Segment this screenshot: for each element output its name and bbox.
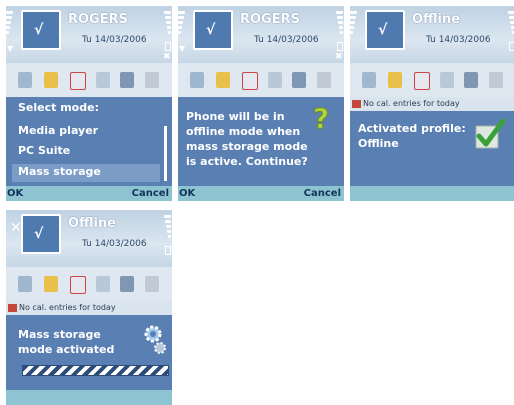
messages-icon[interactable]: [216, 72, 230, 88]
status-area: ▼ √ ROGERS Tu 14/03/2006 ✖: [6, 6, 172, 63]
settings-icon[interactable]: [96, 72, 110, 88]
operator-logo: √: [365, 10, 405, 50]
date-label: Tu 14/03/2006: [426, 35, 491, 45]
status-area: ✕ √ Offline Tu 14/03/2006: [6, 210, 172, 267]
battery-icon: [509, 42, 514, 51]
settings-icon[interactable]: [268, 72, 282, 88]
calendar-band: No cal. entries for today: [6, 301, 172, 315]
operator-name: Offline: [412, 12, 461, 27]
battery-icon: [165, 246, 171, 255]
speaker-icon[interactable]: [145, 276, 159, 292]
cancel-softkey[interactable]: Cancel: [304, 188, 341, 199]
calendar-small-icon: [8, 304, 17, 312]
screen-select-mode: ▼ √ ROGERS Tu 14/03/2006 ✖ Select mode: …: [6, 6, 172, 201]
operator-name: ROGERS: [240, 12, 300, 27]
shortcut-bar: [350, 63, 514, 97]
camera-icon[interactable]: [292, 72, 306, 88]
phone-icon[interactable]: [190, 72, 204, 88]
screen-profile-offline: √ Offline Tu 14/03/2006 No cal. entries …: [350, 6, 514, 201]
calendar-icon[interactable]: [414, 72, 430, 90]
calendar-small-icon: [352, 100, 361, 108]
camera-icon[interactable]: [120, 72, 134, 88]
shortcut-bar: [178, 63, 344, 97]
mass-storage-message: Mass storage mode activated: [18, 328, 115, 356]
screen-confirm-offline: ▼ √ ROGERS Tu 14/03/2006 ✖ Phone will be…: [178, 6, 344, 201]
close-icon[interactable]: ✖: [335, 52, 343, 62]
calendar-band-text: No cal. entries for today: [19, 303, 116, 312]
settings-icon[interactable]: [440, 72, 454, 88]
phone-icon[interactable]: [18, 276, 32, 292]
status-area: ▼ √ ROGERS Tu 14/03/2006 ✖: [178, 6, 344, 63]
shortcut-bar: [6, 63, 172, 97]
calendar-band: No cal. entries for today: [350, 97, 514, 111]
confirm-message: Phone will be in offline mode when mass …: [186, 110, 308, 168]
messages-icon[interactable]: [388, 72, 402, 88]
checkmark-icon: [475, 118, 506, 149]
question-mark-icon: ?: [313, 102, 330, 134]
screen-mass-storage-active: ✕ √ Offline Tu 14/03/2006 No cal. entrie…: [6, 210, 172, 405]
battery-icon: [165, 42, 171, 51]
ok-softkey[interactable]: OK: [179, 188, 195, 199]
dialog-heading: Select mode:: [18, 101, 99, 114]
operator-logo: √: [21, 10, 61, 50]
calendar-band-text: No cal. entries for today: [363, 99, 460, 108]
battery-icon: [337, 42, 343, 51]
messages-icon[interactable]: [44, 276, 58, 292]
speaker-icon[interactable]: [317, 72, 331, 88]
date-label: Tu 14/03/2006: [82, 35, 147, 45]
settings-icon[interactable]: [96, 276, 110, 292]
operator-logo: √: [193, 10, 233, 50]
softkey-bar: OK Cancel: [178, 186, 344, 201]
scrollbar[interactable]: [164, 126, 167, 181]
ok-softkey[interactable]: OK: [7, 188, 23, 199]
list-item-media-player[interactable]: Media player: [18, 124, 98, 137]
messages-icon[interactable]: [44, 72, 58, 88]
shortcut-bar: [6, 267, 172, 301]
signal-bars: [350, 11, 358, 51]
operator-logo: √: [21, 214, 61, 254]
date-label: Tu 14/03/2006: [82, 239, 147, 249]
svg-text:?: ?: [313, 102, 329, 134]
speaker-icon[interactable]: [489, 72, 503, 88]
antenna-icon: ▼: [7, 44, 14, 53]
operator-name: Offline: [68, 216, 117, 231]
softkey-bar: [6, 390, 172, 405]
list-item-mass-storage[interactable]: Mass storage: [18, 165, 101, 178]
softkey-bar: [350, 186, 514, 201]
gear-icon: [144, 325, 166, 354]
offline-x-icon: ✕: [10, 220, 22, 236]
camera-icon[interactable]: [464, 72, 478, 88]
calendar-icon[interactable]: [242, 72, 258, 90]
calendar-icon[interactable]: [70, 276, 86, 294]
calendar-icon[interactable]: [70, 72, 86, 90]
softkey-bar: OK Cancel: [6, 186, 172, 201]
cancel-softkey[interactable]: Cancel: [132, 188, 169, 199]
phone-icon[interactable]: [362, 72, 376, 88]
progress-fill: [23, 366, 168, 375]
camera-icon[interactable]: [120, 276, 134, 292]
antenna-icon: ▼: [179, 44, 186, 53]
speaker-icon[interactable]: [145, 72, 159, 88]
profile-message: Activated profile: Offline: [358, 122, 466, 150]
list-item-pc-suite[interactable]: PC Suite: [18, 144, 70, 157]
phone-icon[interactable]: [18, 72, 32, 88]
close-icon[interactable]: ✖: [163, 52, 171, 62]
status-area: √ Offline Tu 14/03/2006: [350, 6, 514, 63]
date-label: Tu 14/03/2006: [254, 35, 319, 45]
operator-name: ROGERS: [68, 12, 128, 27]
progress-bar: [22, 365, 169, 376]
